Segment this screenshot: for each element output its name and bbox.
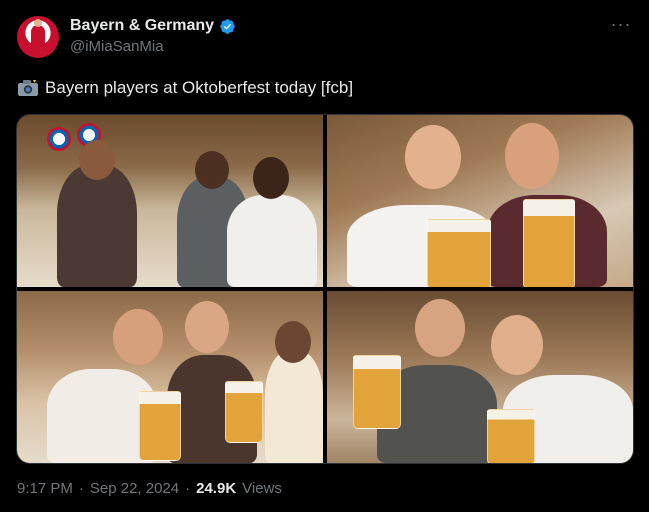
tweet-date[interactable]: Sep 22, 2024 <box>90 480 179 497</box>
player-head <box>79 140 115 180</box>
more-options-icon[interactable]: ··· <box>606 14 636 38</box>
photo-2[interactable] <box>327 115 633 287</box>
guest-figure <box>265 351 323 463</box>
views-label: Views <box>242 480 282 497</box>
player-figure <box>57 165 137 287</box>
player-head <box>185 301 229 353</box>
beer-mug <box>225 381 263 443</box>
tweet-time[interactable]: 9:17 PM <box>17 480 73 497</box>
meta-separator: · <box>185 480 191 497</box>
beer-mug <box>427 219 491 287</box>
meta-separator: · <box>78 480 84 497</box>
player-head <box>195 151 229 189</box>
author-avatar[interactable] <box>17 16 59 58</box>
player-head <box>415 299 465 357</box>
player-head <box>491 315 543 375</box>
player-head <box>253 157 289 199</box>
photo-1[interactable] <box>17 115 323 287</box>
author-name-row: Bayern & Germany <box>70 17 236 35</box>
media-grid <box>16 114 634 464</box>
player-head <box>405 125 461 189</box>
author-display-name[interactable]: Bayern & Germany <box>70 17 214 35</box>
tweet-text: Bayern players at Oktoberfest today [fcb… <box>17 78 353 98</box>
avatar-figure <box>31 19 45 51</box>
camera-with-flash-icon <box>18 80 38 96</box>
beer-mug <box>487 409 535 463</box>
player-head <box>505 123 559 189</box>
beer-mug <box>353 355 401 429</box>
tweet-body: Bayern players at Oktoberfest today [fcb… <box>45 78 354 97</box>
beer-mug <box>139 391 181 461</box>
player-figure <box>227 195 317 287</box>
tweet-meta: 9:17 PM · Sep 22, 2024 · 24.9K Views <box>17 480 282 497</box>
photo-4[interactable] <box>327 291 633 463</box>
guest-head <box>275 321 311 363</box>
beer-mug <box>523 199 575 287</box>
verified-badge-icon <box>220 18 235 34</box>
photo-3[interactable] <box>17 291 323 463</box>
author-handle[interactable]: @iMiaSanMia <box>70 38 164 55</box>
club-crest-decoration <box>47 127 71 151</box>
player-head <box>113 309 163 365</box>
views-count: 24.9K <box>196 480 237 497</box>
